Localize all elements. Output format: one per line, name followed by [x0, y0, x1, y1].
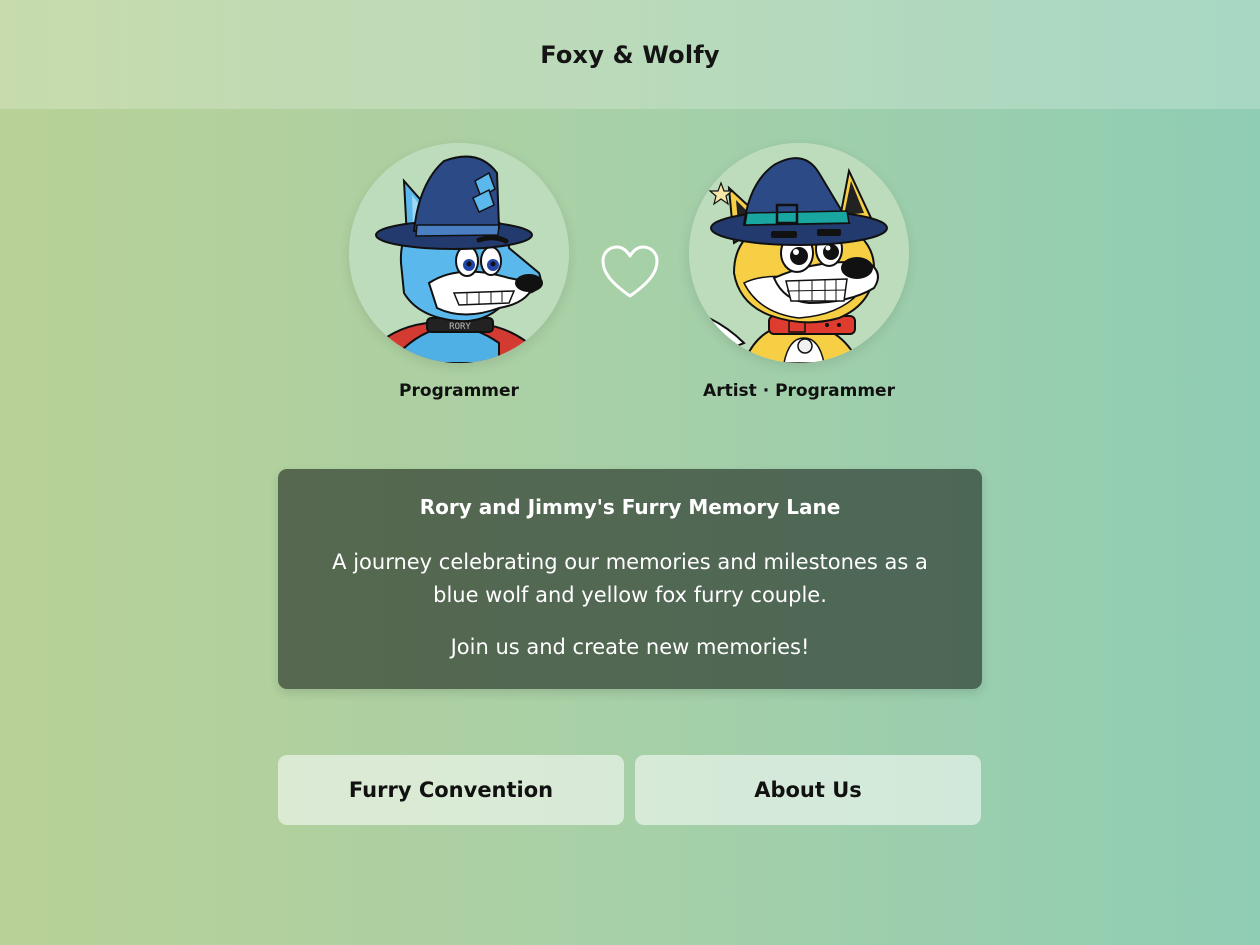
profile-fox: Artist · Programmer [679, 143, 919, 401]
fox-role: Artist · Programmer [703, 381, 895, 401]
wolf-avatar[interactable]: RORY [349, 143, 569, 363]
profile-wolf: RORY Programmer [339, 143, 579, 401]
intro-card: Rory and Jimmy's Furry Memory Lane A jou… [278, 469, 982, 689]
intro-description: A journey celebrating our memories and m… [332, 550, 928, 607]
intro-call-to-action: Join us and create new memories! [450, 635, 810, 659]
svg-text:RORY: RORY [449, 322, 471, 332]
furry-convention-button[interactable]: Furry Convention [278, 755, 624, 825]
about-us-button[interactable]: About Us [635, 755, 981, 825]
site-header: Foxy & Wolfy [0, 0, 1260, 109]
intro-title: Rory and Jimmy's Furry Memory Lane [419, 495, 841, 519]
yellow-fox-wizard-avatar-icon [689, 143, 909, 363]
site-title[interactable]: Foxy & Wolfy [540, 41, 720, 69]
blue-wolf-wizard-avatar-icon: RORY [349, 143, 569, 363]
fox-avatar[interactable] [689, 143, 909, 363]
wolf-role: Programmer [399, 381, 519, 401]
heart-outline-icon [601, 245, 659, 298]
